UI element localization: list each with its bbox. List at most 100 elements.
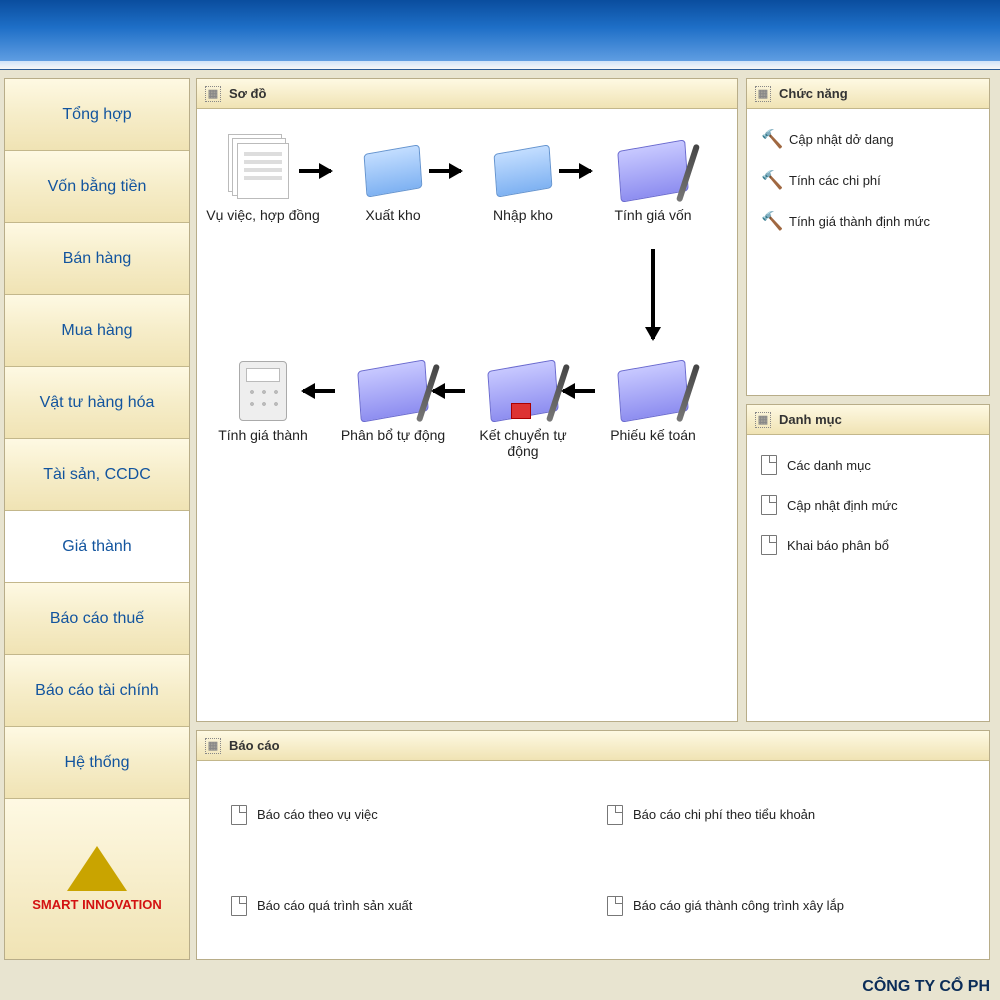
- logo-text: SMART INNOVATION: [32, 897, 162, 912]
- category-item-capnhatdinhmuc[interactable]: Cập nhật định mức: [757, 485, 979, 525]
- sidebar-item-baocaotaichinh[interactable]: Báo cáo tài chính: [5, 655, 189, 727]
- sidebar-item-hethong[interactable]: Hệ thống: [5, 727, 189, 799]
- document-icon: [761, 455, 777, 475]
- diagram-node-ketchuyen[interactable]: Kết chuyển tự động: [463, 359, 583, 459]
- report-item-chiphitieukhoan[interactable]: Báo cáo chi phí theo tiểu khoản: [603, 781, 959, 848]
- pen-folder-icon: [619, 365, 687, 417]
- diagram-node-tinhgiathanh[interactable]: Tính giá thành: [203, 359, 323, 443]
- document-icon: [761, 535, 777, 555]
- folder-icon: [494, 144, 553, 197]
- panel-categories-header: ▦ Danh mục: [747, 405, 989, 435]
- function-item-label: Tính các chi phí: [789, 173, 881, 188]
- diagram-node-label: Tính giá vốn: [593, 207, 713, 223]
- grid-icon: ▦: [755, 86, 771, 102]
- sidebar-item-label: Vật tư hàng hóa: [40, 394, 155, 412]
- report-item-label: Báo cáo theo vụ việc: [257, 807, 378, 822]
- panel-categories-title: Danh mục: [779, 412, 842, 427]
- arrow-icon: [559, 169, 591, 173]
- diagram-node-label: Kết chuyển tự động: [463, 427, 583, 459]
- report-item-label: Báo cáo quá trình sản xuất: [257, 898, 412, 913]
- panel-reports: ▦ Báo cáo Báo cáo theo vụ việc Báo cáo c…: [196, 730, 990, 960]
- sidebar-item-label: Tổng hợp: [62, 106, 131, 124]
- report-item-quatrinhsx[interactable]: Báo cáo quá trình sản xuất: [227, 872, 583, 939]
- panel-functions-title: Chức năng: [779, 86, 848, 101]
- category-item-label: Khai báo phân bổ: [787, 538, 889, 553]
- diagram-node-tinhgiavon[interactable]: Tính giá vốn: [593, 139, 713, 223]
- diagram-node-label: Xuất kho: [333, 207, 453, 223]
- hammer-icon: 🔨: [761, 211, 779, 232]
- sidebar-item-vonbangtien[interactable]: Vốn bằng tiền: [5, 151, 189, 223]
- report-item-giathanhxaylap[interactable]: Báo cáo giá thành công trình xây lắp: [603, 872, 959, 939]
- folder-icon: [364, 144, 423, 197]
- panel-diagram-title: Sơ đồ: [229, 86, 266, 101]
- footer-company: CÔNG TY CỔ PH: [862, 978, 990, 996]
- diagram-node-label: Tính giá thành: [203, 427, 323, 443]
- arrow-icon: [429, 169, 461, 173]
- panel-categories: ▦ Danh mục Các danh mục Cập nhật định mứ…: [746, 404, 990, 722]
- diagram-node-label: Phân bổ tự động: [333, 427, 453, 443]
- panel-reports-header: ▦ Báo cáo: [197, 731, 989, 761]
- arrow-left-icon: [303, 389, 335, 393]
- diagram-node-nhapkho[interactable]: Nhập kho: [463, 139, 583, 223]
- panel-diagram-header: ▦ Sơ đồ: [197, 79, 737, 109]
- hammer-icon: 🔨: [761, 129, 779, 150]
- arrow-down-icon: [651, 249, 655, 339]
- diagram-node-vuviec[interactable]: Vụ việc, hợp đồng: [203, 139, 323, 223]
- diagram-node-phieuketoan[interactable]: Phiếu kế toán: [593, 359, 713, 443]
- sidebar-item-label: Vốn bằng tiền: [48, 178, 147, 196]
- grid-icon: ▦: [205, 86, 221, 102]
- sidebar-logo: SMART INNOVATION: [5, 799, 189, 959]
- sidebar-item-label: Báo cáo thuế: [50, 610, 144, 628]
- panel-diagram: ▦ Sơ đồ Vụ việc, hợp đồng Xuất kho: [196, 78, 738, 722]
- function-item-label: Tính giá thành định mức: [789, 214, 930, 229]
- diagram-node-label: Phiếu kế toán: [593, 427, 713, 443]
- arrow-icon: [299, 169, 331, 173]
- sidebar-item-label: Hệ thống: [65, 754, 130, 772]
- arrow-left-icon: [433, 389, 465, 393]
- hammer-icon: 🔨: [761, 170, 779, 191]
- logo-triangle-icon: [67, 846, 127, 891]
- pen-folder-icon: [359, 365, 427, 417]
- pen-folder-icon: [619, 145, 687, 197]
- sidebar-item-label: Tài sản, CCDC: [43, 466, 151, 484]
- diagram-node-label: Nhập kho: [463, 207, 583, 223]
- document-icon: [231, 805, 247, 825]
- title-bar: [0, 0, 1000, 70]
- category-item-cacdanhmuc[interactable]: Các danh mục: [757, 445, 979, 485]
- panel-functions-header: ▦ Chức năng: [747, 79, 989, 109]
- sidebar-item-baocaothue[interactable]: Báo cáo thuế: [5, 583, 189, 655]
- report-item-label: Báo cáo chi phí theo tiểu khoản: [633, 807, 815, 822]
- document-icon: [607, 805, 623, 825]
- documents-icon: [237, 143, 289, 199]
- sidebar-item-tonghop[interactable]: Tổng hợp: [5, 79, 189, 151]
- pen-folder-box-icon: [489, 365, 557, 417]
- report-item-theovuviec[interactable]: Báo cáo theo vụ việc: [227, 781, 583, 848]
- sidebar-item-vattu[interactable]: Vật tư hàng hóa: [5, 367, 189, 439]
- category-item-label: Cập nhật định mức: [787, 498, 898, 513]
- grid-icon: ▦: [205, 738, 221, 754]
- sidebar-item-label: Mua hàng: [61, 322, 132, 340]
- function-item-capnhatdodang[interactable]: 🔨 Cập nhật dở dang: [757, 119, 979, 160]
- document-icon: [231, 896, 247, 916]
- sidebar-item-giathanh[interactable]: Giá thành: [5, 511, 189, 583]
- grid-icon: ▦: [755, 412, 771, 428]
- sidebar: Tổng hợp Vốn bằng tiền Bán hàng Mua hàng…: [4, 78, 190, 960]
- document-icon: [607, 896, 623, 916]
- sidebar-item-banhang[interactable]: Bán hàng: [5, 223, 189, 295]
- function-item-label: Cập nhật dở dang: [789, 132, 894, 147]
- sidebar-item-muahang[interactable]: Mua hàng: [5, 295, 189, 367]
- arrow-left-icon: [563, 389, 595, 393]
- report-item-label: Báo cáo giá thành công trình xây lắp: [633, 898, 844, 913]
- function-item-tinhchiphi[interactable]: 🔨 Tính các chi phí: [757, 160, 979, 201]
- category-item-khaibaophanbo[interactable]: Khai báo phân bổ: [757, 525, 979, 565]
- panel-reports-title: Báo cáo: [229, 738, 280, 753]
- sidebar-item-label: Giá thành: [62, 538, 131, 556]
- sidebar-item-taisan[interactable]: Tài sản, CCDC: [5, 439, 189, 511]
- sidebar-item-label: Báo cáo tài chính: [35, 682, 159, 700]
- function-item-tinhgiathanh[interactable]: 🔨 Tính giá thành định mức: [757, 201, 979, 242]
- diagram-node-xuatkho[interactable]: Xuất kho: [333, 139, 453, 223]
- diagram-node-label: Vụ việc, hợp đồng: [203, 207, 323, 223]
- calculator-icon: [239, 361, 287, 421]
- sidebar-item-label: Bán hàng: [63, 250, 132, 268]
- diagram-node-phanbo[interactable]: Phân bổ tự động: [333, 359, 453, 443]
